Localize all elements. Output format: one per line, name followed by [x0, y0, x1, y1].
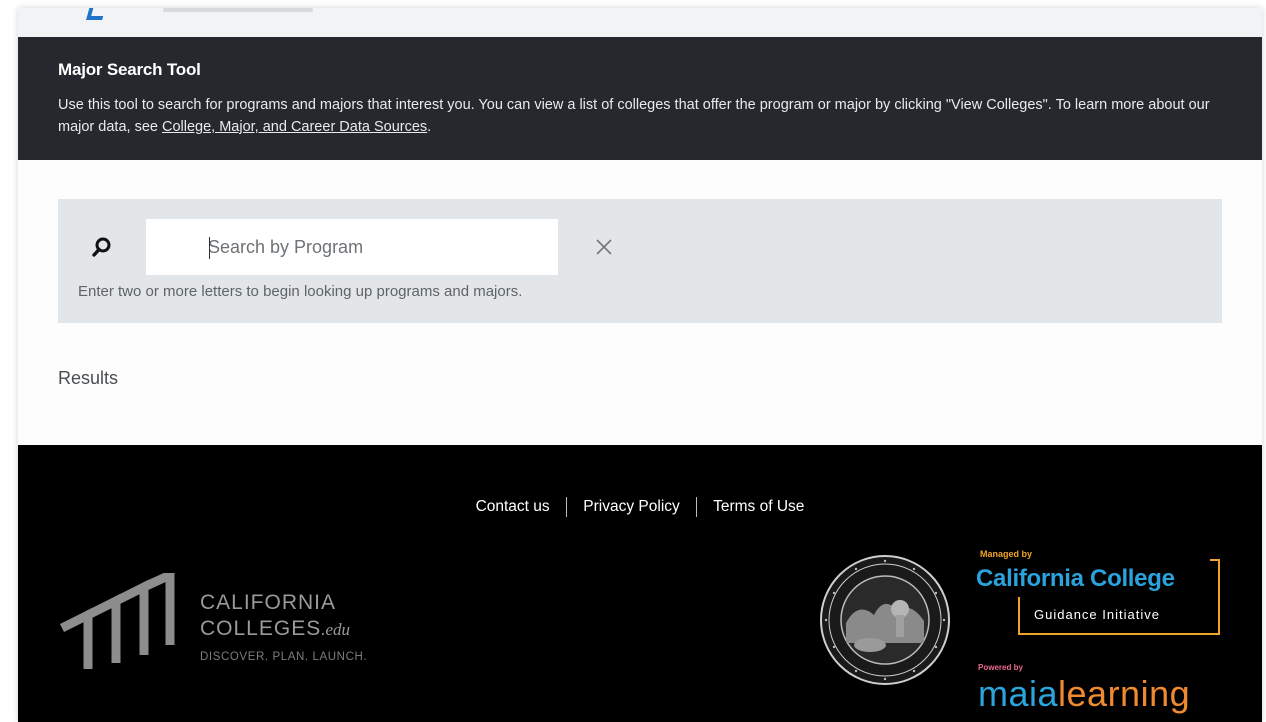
link-divider — [565, 497, 567, 517]
hero-banner: Major Search Tool Use this tool to searc… — [18, 37, 1262, 160]
maialearning-logo[interactable]: Powered by maialearning — [978, 659, 1228, 719]
ccgi-subtitle: Guidance Initiative — [1034, 607, 1160, 622]
search-icon[interactable] — [91, 236, 113, 258]
learning-part: learning — [1058, 673, 1191, 714]
site-footer: Contact us Privacy Policy Terms of Use C… — [18, 445, 1262, 722]
wordmark-line-1: CALIFORNIA — [200, 591, 337, 614]
powered-by-label: Powered by — [978, 663, 1023, 672]
california-colleges-logo-icon[interactable] — [58, 573, 178, 683]
privacy-policy-link[interactable]: Privacy Policy — [583, 498, 679, 515]
managed-by-label: Managed by — [980, 549, 1033, 559]
wordmark-edu: .edu — [321, 620, 351, 639]
wordmark-colleges: COLLEGES — [200, 617, 322, 640]
results-heading: Results — [58, 368, 119, 388]
footer-links: Contact us Privacy Policy Terms of Use — [18, 497, 1262, 517]
page-title: Major Search Tool — [58, 60, 201, 79]
search-panel: Enter two or more letters to begin looki… — [58, 199, 1222, 323]
page-frame: Major Search Tool Use this tool to searc… — [18, 8, 1262, 722]
link-divider — [696, 497, 698, 517]
ccgi-name: California College — [976, 565, 1175, 592]
description-end: . — [427, 119, 432, 135]
maialearning-wordmark: maialearning — [978, 673, 1190, 715]
text-caret — [209, 237, 210, 259]
ccgi-frame — [1018, 597, 1020, 635]
search-hint: Enter two or more letters to begin looki… — [78, 283, 523, 300]
page-description: Use this tool to search for programs and… — [58, 94, 1218, 138]
state-seal-icon — [820, 555, 950, 685]
search-input[interactable] — [146, 219, 558, 275]
wordmark-tagline: DISCOVER. PLAN. LAUNCH. — [200, 651, 368, 663]
maia-part: maia — [978, 673, 1059, 714]
close-icon[interactable] — [595, 238, 613, 256]
contact-us-link[interactable]: Contact us — [476, 498, 550, 515]
site-logo-fragment[interactable] — [86, 8, 106, 20]
ccgi-frame — [1218, 559, 1220, 635]
california-colleges-wordmark: CALIFORNIA COLLEGES.edu DISCOVER. PLAN. … — [200, 590, 367, 663]
terms-of-use-link[interactable]: Terms of Use — [713, 498, 804, 515]
wordmark-line-2: COLLEGES.edu — [200, 616, 367, 643]
data-sources-link[interactable]: College, Major, and Career Data Sources — [162, 119, 427, 135]
ccgi-logo[interactable]: Managed by California College Guidance I… — [976, 549, 1226, 639]
ccgi-frame — [1018, 633, 1220, 635]
site-name-fragment — [163, 8, 313, 12]
top-bar — [18, 8, 1262, 37]
